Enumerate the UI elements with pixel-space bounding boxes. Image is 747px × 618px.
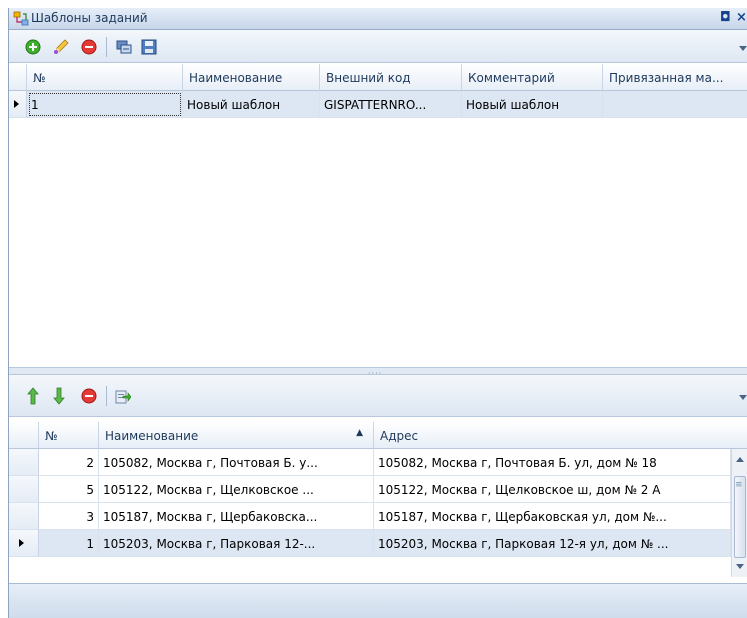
move-up-icon	[27, 387, 39, 405]
addresses-toolbar	[9, 375, 747, 417]
move-down-button[interactable]	[49, 386, 69, 406]
add-button[interactable]	[23, 37, 43, 57]
column-header-external-code[interactable]: Внешний код	[320, 64, 462, 91]
templates-panel: Шаблоны заданий ◘ × № Наименование Внешн…	[8, 8, 747, 618]
row-indicator	[9, 503, 39, 530]
toolbar-separator	[106, 386, 107, 406]
cell-address[interactable]: 105187, Москва г, Щербаковская ул, дом №…	[374, 503, 731, 530]
cell-address[interactable]: 105122, Москва г, Щелковское ш, дом № 2 …	[374, 476, 731, 503]
link-icon	[116, 40, 132, 54]
add-icon	[25, 39, 41, 55]
panel-title: Шаблоны заданий	[31, 11, 148, 25]
column-header-address[interactable]: Адрес	[374, 422, 747, 449]
move-up-button[interactable]	[23, 386, 43, 406]
cell-address[interactable]: 105082, Москва г, Почтовая Б. ул, дом № …	[374, 449, 731, 476]
scroll-down-icon[interactable]	[736, 564, 744, 569]
templates-grid: № Наименование Внешний код Комментарий П…	[9, 64, 747, 367]
cell-name[interactable]: 105082, Москва г, Почтовая Б. у...	[99, 449, 374, 476]
column-header-linked[interactable]: Привязанная ма...	[603, 64, 747, 91]
edit-icon	[54, 39, 69, 54]
column-header-number[interactable]: №	[39, 422, 99, 449]
row-indicator	[9, 91, 27, 118]
cell-linked[interactable]	[603, 91, 747, 118]
toolbar-separator	[106, 37, 107, 57]
save-icon	[141, 39, 157, 55]
cell-name[interactable]: 105203, Москва г, Парковая 12-...	[99, 530, 374, 557]
panel-splitter[interactable]: ····	[9, 367, 747, 378]
scrollbar-grip: ≡	[735, 480, 743, 490]
current-row-arrow-icon	[19, 539, 24, 547]
column-header-name[interactable]: Наименование ▲	[99, 422, 374, 449]
cell-number[interactable]: 3	[39, 503, 99, 530]
cell-number[interactable]: 5	[39, 476, 99, 503]
save-button[interactable]	[139, 37, 159, 57]
edit-button[interactable]	[51, 37, 71, 57]
addresses-grid: № Наименование ▲ Адрес 2 105082, Москва …	[9, 422, 747, 583]
link-button[interactable]	[114, 37, 134, 57]
row-indicator	[9, 530, 39, 557]
cell-number[interactable]: 1	[27, 91, 183, 118]
grid-row-indicator-header	[9, 422, 39, 449]
move-down-icon	[53, 387, 65, 405]
sort-ascending-icon: ▲	[356, 428, 363, 438]
close-button[interactable]: ×	[736, 10, 747, 25]
restore-button[interactable]: ◘	[720, 10, 731, 25]
templates-toolbar	[9, 30, 747, 63]
cell-name[interactable]: 105187, Москва г, Щербаковска...	[99, 503, 374, 530]
column-header-comment[interactable]: Комментарий	[462, 64, 603, 91]
export-icon	[115, 390, 131, 404]
cell-name[interactable]: 105122, Москва г, Щелковское ...	[99, 476, 374, 503]
column-header-name-label: Наименование	[105, 429, 199, 443]
row-indicator	[9, 476, 39, 503]
delete-icon	[81, 388, 97, 404]
addresses-scrollbar[interactable]: ≡	[731, 449, 747, 577]
delete-button[interactable]	[79, 37, 99, 57]
row-indicator	[9, 449, 39, 476]
status-bar	[9, 583, 747, 618]
cell-address[interactable]: 105203, Москва г, Парковая 12-я ул, дом …	[374, 530, 731, 557]
cell-comment[interactable]: Новый шаблон	[462, 91, 603, 118]
current-row-arrow-icon	[14, 100, 19, 108]
toolbar-overflow-icon[interactable]	[738, 44, 747, 52]
cell-number[interactable]: 1	[39, 530, 99, 557]
scroll-up-icon[interactable]	[736, 457, 744, 462]
grid-row-indicator-header	[9, 64, 27, 91]
remove-address-button[interactable]	[79, 386, 99, 406]
cell-external-code[interactable]: GISPATTERNRO...	[320, 91, 462, 118]
export-button[interactable]	[113, 386, 133, 406]
delete-icon	[81, 39, 97, 55]
cell-name[interactable]: Новый шаблон	[183, 91, 320, 118]
column-header-name[interactable]: Наименование	[183, 64, 320, 91]
templates-icon	[13, 11, 29, 26]
cell-number[interactable]: 2	[39, 449, 99, 476]
column-header-number[interactable]: №	[27, 64, 183, 91]
panel-titlebar: Шаблоны заданий ◘ ×	[9, 8, 747, 30]
toolbar-overflow-icon[interactable]	[738, 393, 747, 401]
